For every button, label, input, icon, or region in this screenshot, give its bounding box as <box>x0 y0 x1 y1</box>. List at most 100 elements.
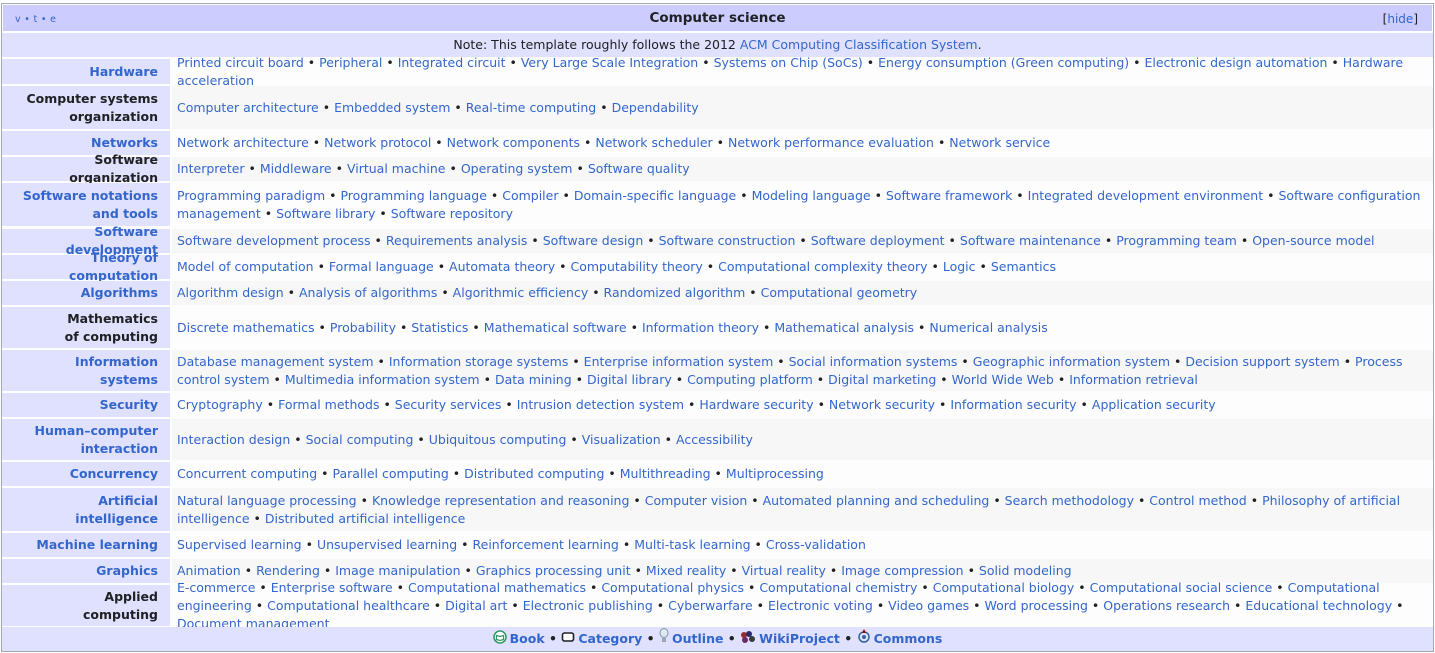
navbox-list-item[interactable]: Randomized algorithm <box>604 285 746 300</box>
navbox-list-item[interactable]: Very Large Scale Integration <box>521 55 698 70</box>
navbox-list-item[interactable]: Mathematical software <box>484 320 627 335</box>
navbox-list-item[interactable]: Digital marketing <box>828 372 936 387</box>
navbox-list-item[interactable]: Digital art <box>445 598 507 613</box>
group-label-line[interactable]: Artificial <box>98 493 158 508</box>
navbox-list-item[interactable]: Graphics processing unit <box>476 563 631 578</box>
navbox-list-item[interactable]: Software development process <box>177 233 371 248</box>
navbox-list-item[interactable]: Software quality <box>588 161 690 176</box>
navbox-list-item[interactable]: Social computing <box>306 432 414 447</box>
navbox-list-item[interactable]: Rendering <box>256 563 320 578</box>
hide-toggle-label[interactable]: hide <box>1387 12 1413 26</box>
navbox-list-item[interactable]: Hardware security <box>699 397 813 412</box>
navbox-list-item[interactable]: Data mining <box>495 372 572 387</box>
navbox-list-item[interactable]: Control method <box>1149 493 1246 508</box>
group-label-line[interactable]: Networks <box>91 135 158 150</box>
navbox-list-item[interactable]: Computing platform <box>687 372 813 387</box>
group-label-line[interactable]: Theory of computation <box>69 250 158 283</box>
footer-link-outline[interactable]: Outline <box>659 627 723 646</box>
navbox-list-item[interactable]: Multi-task learning <box>634 537 750 552</box>
navbox-list-item[interactable]: Network scheduler <box>595 135 712 150</box>
navbox-list-item[interactable]: Printed circuit board <box>177 55 304 70</box>
navbox-list-item[interactable]: Software design <box>543 233 644 248</box>
navbox-list-item[interactable]: Visualization <box>582 432 661 447</box>
navbox-list-item[interactable]: Interpreter <box>177 161 245 176</box>
group-label-line[interactable]: Concurrency <box>70 466 158 481</box>
navbox-list-item[interactable]: Distributed computing <box>464 466 604 481</box>
navbox-list-item[interactable]: Natural language processing <box>177 493 357 508</box>
navbox-group-label[interactable]: Software notations and tools <box>2 183 172 226</box>
navbox-list-item[interactable]: Modeling language <box>752 188 871 203</box>
footer-link-book[interactable]: Book <box>492 629 545 646</box>
navbox-group-label[interactable]: Human–computer interaction <box>2 419 172 460</box>
navbox-list-item[interactable]: Educational technology <box>1245 598 1392 613</box>
acm-ccs-link[interactable]: ACM Computing Classification System <box>740 37 978 52</box>
navbox-list-item[interactable]: Electronic voting <box>768 598 873 613</box>
navbox-list-item[interactable]: Formal language <box>329 259 434 274</box>
footer-link-label[interactable]: Category <box>578 631 642 646</box>
navbox-list-item[interactable]: Digital library <box>587 372 672 387</box>
navbox-list-item[interactable]: Mathematical analysis <box>774 320 914 335</box>
navbox-list-item[interactable]: Domain-specific language <box>574 188 736 203</box>
navbox-list-item[interactable]: Systems on Chip (SoCs) <box>714 55 863 70</box>
navbox-list-item[interactable]: Peripheral <box>319 55 382 70</box>
navbox-list-item[interactable]: Multithreading <box>620 466 711 481</box>
navbox-list-item[interactable]: Mixed reality <box>646 563 726 578</box>
footer-link-commons[interactable]: Commons <box>857 628 942 646</box>
navbox-group-label[interactable]: Artificial intelligence <box>2 488 172 531</box>
navbox-list-item[interactable]: Algorithmic efficiency <box>453 285 589 300</box>
navbox-list-item[interactable]: Computability theory <box>570 259 702 274</box>
navbox-list-item[interactable]: Computational geometry <box>761 285 918 300</box>
navbox-list-item[interactable]: Parallel computing <box>332 466 448 481</box>
navbox-list-item[interactable]: Computational mathematics <box>408 580 586 595</box>
navbox-list-item[interactable]: Network components <box>447 135 580 150</box>
navbox-list-item[interactable]: Search methodology <box>1005 493 1134 508</box>
navbox-list-item[interactable]: Cross-validation <box>766 537 866 552</box>
navbox-list-item[interactable]: Semantics <box>991 259 1056 274</box>
navbox-list-item[interactable]: Energy consumption (Green computing) <box>878 55 1129 70</box>
navbox-list-item[interactable]: Probability <box>330 320 396 335</box>
navbox-list-item[interactable]: Operating system <box>461 161 573 176</box>
navbox-list-item[interactable]: Automata theory <box>449 259 555 274</box>
navbox-list-item[interactable]: Multimedia information system <box>285 372 480 387</box>
navbox-list-item[interactable]: Computational social science <box>1090 580 1273 595</box>
navbox-list-item[interactable]: Computer vision <box>645 493 748 508</box>
navbox-list-item[interactable]: Distributed artificial intelligence <box>265 511 466 526</box>
navbox-list-item[interactable]: Video games <box>888 598 969 613</box>
group-label-line[interactable]: and tools <box>92 206 158 221</box>
navbox-list-item[interactable]: Image manipulation <box>335 563 460 578</box>
navbox-list-item[interactable]: Word processing <box>984 598 1087 613</box>
navbox-list-item[interactable]: Open-source model <box>1252 233 1374 248</box>
navbox-list-item[interactable]: Software framework <box>886 188 1012 203</box>
group-label-line[interactable]: Software notations <box>23 188 158 203</box>
navbox-list-item[interactable]: Formal methods <box>278 397 379 412</box>
navbox-list-item[interactable]: Decision support system <box>1185 354 1339 369</box>
navbox-list-item[interactable]: Embedded system <box>334 100 450 115</box>
navbox-list-item[interactable]: Intrusion detection system <box>517 397 684 412</box>
navbox-list-item[interactable]: Network service <box>949 135 1050 150</box>
navbox-list-item[interactable]: Database management system <box>177 354 374 369</box>
navbox-list-item[interactable]: Statistics <box>411 320 468 335</box>
navbox-list-item[interactable]: Integrated circuit <box>398 55 506 70</box>
navbox-group-label[interactable]: Concurrency <box>2 462 172 486</box>
navbox-list-item[interactable]: Software repository <box>391 206 513 221</box>
navbox-list-item[interactable]: Multiprocessing <box>726 466 824 481</box>
navbox-list-item[interactable]: Reinforcement learning <box>473 537 619 552</box>
navbox-list-item[interactable]: Programming language <box>340 188 486 203</box>
navbox-list-item[interactable]: Accessibility <box>676 432 753 447</box>
navbox-list-item[interactable]: Network performance evaluation <box>728 135 934 150</box>
group-label-line[interactable]: Human–computer <box>35 423 158 438</box>
navbox-list-item[interactable]: Solid modeling <box>979 563 1072 578</box>
footer-link-category[interactable]: Category <box>561 631 642 646</box>
navbox-list-item[interactable]: Social information systems <box>789 354 958 369</box>
navbox-list-item[interactable]: Dependability <box>612 100 699 115</box>
navbox-list-item[interactable]: Logic <box>943 259 976 274</box>
footer-link-label[interactable]: Outline <box>672 631 723 646</box>
navbox-list-item[interactable]: Virtual reality <box>742 563 826 578</box>
navbox-list-item[interactable]: Software construction <box>659 233 796 248</box>
navbox-list-item[interactable]: E-commerce <box>177 580 255 595</box>
navbox-list-item[interactable]: Information retrieval <box>1069 372 1198 387</box>
group-label-line[interactable]: Security <box>100 397 158 412</box>
navbox-list-item[interactable]: Software maintenance <box>960 233 1101 248</box>
navbox-list-item[interactable]: Animation <box>177 563 241 578</box>
group-label-line[interactable]: Graphics <box>96 563 158 578</box>
